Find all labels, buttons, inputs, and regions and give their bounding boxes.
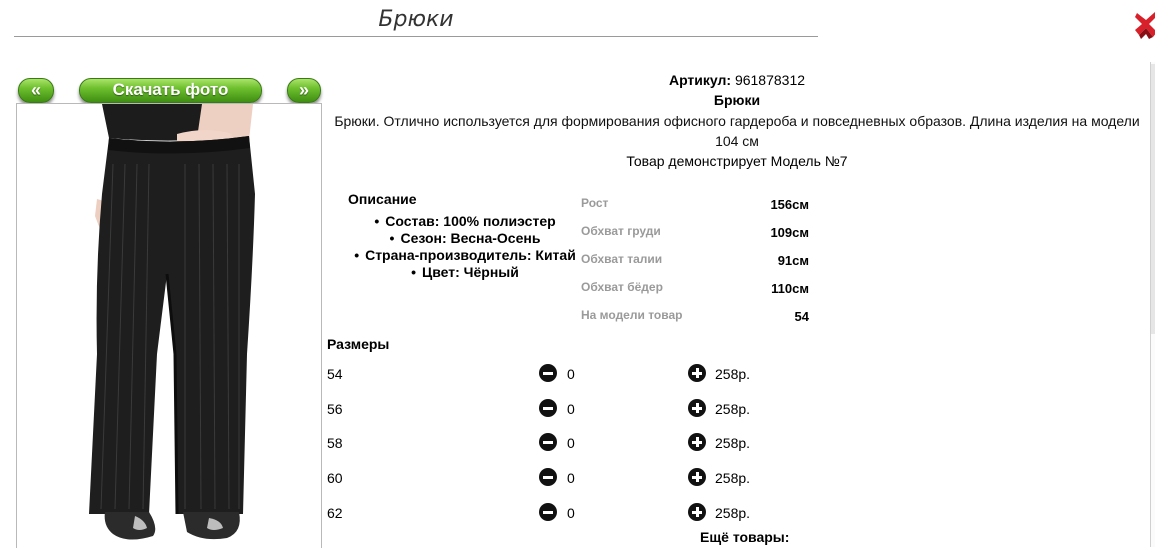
product-photo: [16, 103, 322, 548]
size-row: 60 0 258р.: [327, 468, 787, 488]
product-description: Брюки. Отлично используется для формиров…: [334, 113, 1140, 149]
measurement-row: Обхват бёдер 110см: [581, 280, 809, 308]
size-label: 58: [327, 435, 343, 451]
sku-label: Артикул:: [668, 72, 732, 88]
close-icon[interactable]: [1135, 8, 1155, 42]
product-name: Брюки: [713, 92, 761, 108]
measurement-value: 156см: [770, 197, 809, 212]
quantity-value: 0: [567, 505, 575, 521]
trousers-model-image: [89, 104, 255, 540]
scrollbar-thumb[interactable]: [1151, 64, 1155, 334]
measurement-row: Обхват груди 109см: [581, 224, 809, 252]
measurement-row: На модели товар 54: [581, 308, 809, 336]
minus-circle-icon[interactable]: [539, 364, 557, 382]
size-price: 258р.: [715, 401, 751, 417]
measurement-label: Обхват талии: [581, 252, 663, 266]
quantity-value: 0: [567, 401, 575, 417]
size-row: 56 0 258р.: [327, 399, 787, 419]
size-label: 62: [327, 505, 343, 521]
size-price: 258р.: [715, 435, 751, 451]
spec-item: Цвет: Чёрный: [340, 264, 590, 281]
specs-title: Описание: [348, 191, 417, 207]
sizes-title: Размеры: [327, 336, 390, 352]
spec-item: Сезон: Весна-Осень: [340, 230, 590, 247]
spec-item: Страна-производитель: Китай: [340, 247, 590, 264]
minus-circle-icon[interactable]: [539, 433, 557, 451]
quantity-value: 0: [567, 435, 575, 451]
sku-line: Артикул: 961878312: [327, 72, 1147, 88]
measurement-label: Обхват груди: [581, 224, 661, 238]
page-title: Брюки: [14, 6, 818, 37]
size-row: 58 0 258р.: [327, 433, 787, 453]
spec-item: Состав: 100% полиэстер: [340, 213, 590, 230]
model-note: Товар демонстрирует Модель №7: [626, 153, 848, 169]
quantity-value: 0: [567, 366, 575, 382]
next-photo-button[interactable]: »: [287, 78, 321, 103]
sku-value: 961878312: [734, 72, 806, 88]
measurement-value: 91см: [777, 253, 809, 268]
measurement-label: Обхват бёдер: [581, 280, 663, 294]
specs-list: Состав: 100% полиэстер Сезон: Весна-Осен…: [340, 213, 590, 281]
measurement-row: Обхват талии 91см: [581, 252, 809, 280]
model-measurements: Рост 156см Обхват груди 109см Обхват тал…: [581, 196, 809, 336]
plus-circle-icon[interactable]: [688, 399, 706, 417]
plus-circle-icon[interactable]: [688, 503, 706, 521]
size-label: 56: [327, 401, 343, 417]
size-price: 258р.: [715, 505, 751, 521]
size-label: 54: [327, 366, 343, 382]
more-products-label: Ещё товары:: [700, 529, 790, 545]
size-price: 258р.: [715, 366, 751, 382]
size-row: 62 0 258р.: [327, 503, 787, 523]
size-row: 54 0 258р.: [327, 364, 787, 384]
plus-circle-icon[interactable]: [688, 468, 706, 486]
size-price: 258р.: [715, 470, 751, 486]
measurement-value: 110см: [771, 281, 809, 296]
measurement-row: Рост 156см: [581, 196, 809, 224]
minus-circle-icon[interactable]: [539, 468, 557, 486]
plus-circle-icon[interactable]: [688, 364, 706, 382]
measurement-label: Рост: [581, 196, 609, 210]
download-photo-button[interactable]: Скачать фото: [79, 78, 262, 103]
plus-circle-icon[interactable]: [688, 433, 706, 451]
measurement-label: На модели товар: [581, 308, 683, 322]
quantity-value: 0: [567, 470, 575, 486]
measurement-value: 109см: [770, 225, 809, 240]
size-label: 60: [327, 470, 343, 486]
minus-circle-icon[interactable]: [539, 503, 557, 521]
measurement-value: 54: [794, 309, 809, 324]
minus-circle-icon[interactable]: [539, 399, 557, 417]
prev-photo-button[interactable]: «: [18, 78, 54, 103]
